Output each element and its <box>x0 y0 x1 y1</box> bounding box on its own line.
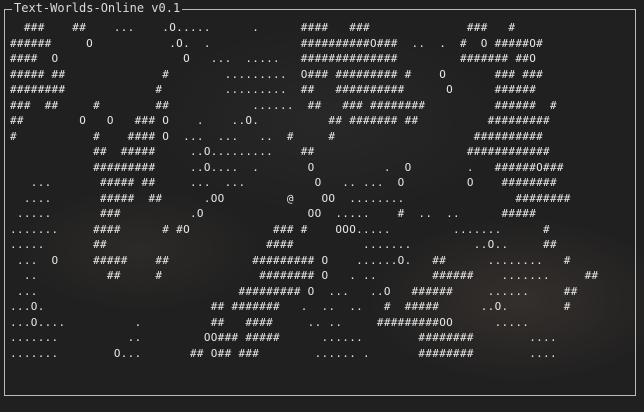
map-row: ...O. ## ####### . .. .. # ##### ..O. # <box>10 300 571 313</box>
map-row: ... ##### ## ... ... O .. ... O O ######… <box>10 176 557 189</box>
map-row: ## ##### ..O......... ## ############ <box>10 145 550 158</box>
map-row: ## O O ### O . ..O. ## ####### ## ######… <box>10 114 550 127</box>
map-row: ....... .. OO### ##### ...... ######## .… <box>10 331 557 344</box>
map-row: ... ######### O ... ..O ###### ...... ## <box>10 284 578 298</box>
map-row: ..... ### .O OO ..... # .. .. ##### <box>10 207 537 220</box>
map-row: .. ## # ######## O . .. ###### ....... #… <box>10 269 599 282</box>
map-row: # # #### O ... ... .. # # ########## <box>10 129 544 143</box>
map-row: ### ## # ## ...... ## ### ######## #####… <box>10 98 557 112</box>
window-title: Text-Worlds-Online v0.1 <box>12 0 183 16</box>
map-row: ###### O .O. . ##########O### .. . # O #… <box>10 36 544 50</box>
map-row: ### ## ... .O..... . #### ### ### # <box>10 21 516 34</box>
map-row: ....... O... ## O## ### ...... . #######… <box>10 346 557 360</box>
map-row: ...O.... . ## #### .. .. #########OO ...… <box>10 315 530 329</box>
map-row: ##### ## # ......... O### ######### # O … <box>10 67 544 81</box>
map-row: ... O ##### ## ######### O ......O. ## .… <box>10 253 571 267</box>
map-row: ....... #### # #O ### # OOO..... .......… <box>10 222 550 236</box>
map-row: .... ##### ## .OO @ OO ........ ######## <box>10 191 571 205</box>
map-row: #### O O ... ..... ############## ######… <box>10 52 537 65</box>
map-row: ######### ..O.... . O . O . ######O### <box>10 160 564 174</box>
ascii-map[interactable]: ### ## ... .O..... . #### ### ### # #####… <box>10 20 630 392</box>
map-row: ..... ## #### ....... ..O.. ## <box>10 238 557 251</box>
map-row: ######## # ......... ## ########## O ###… <box>10 83 537 96</box>
